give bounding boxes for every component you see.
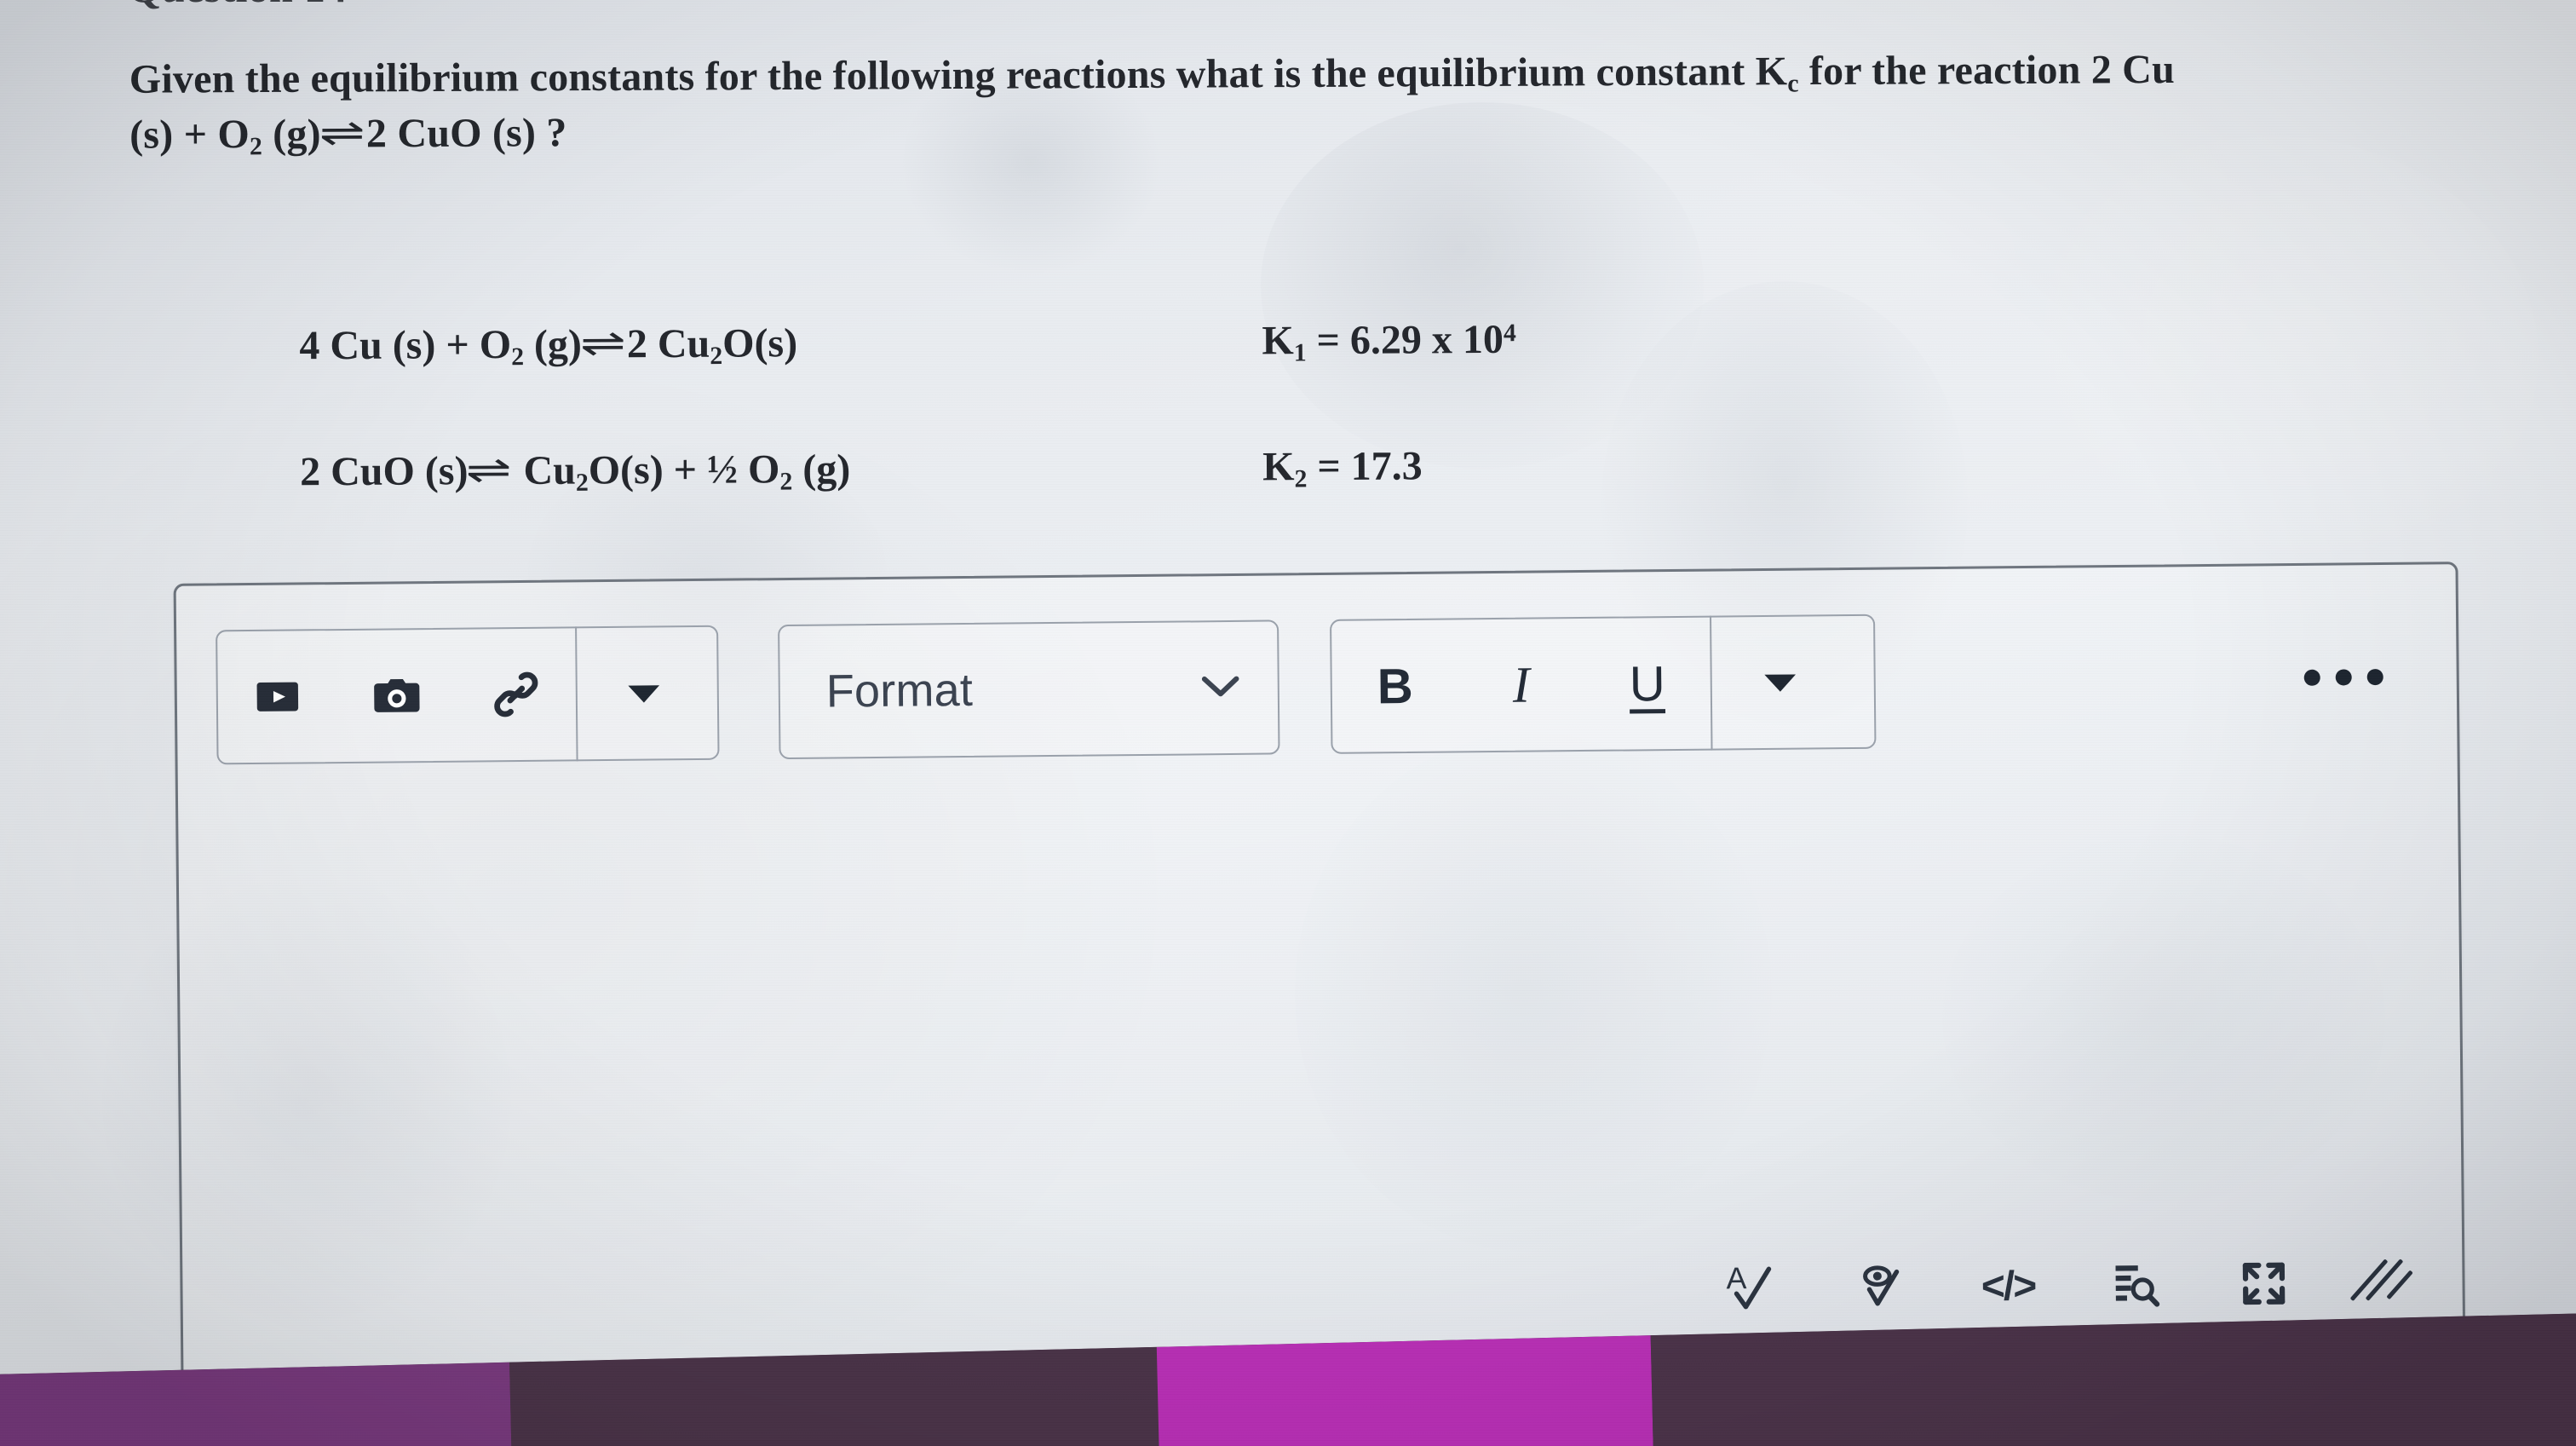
chevron-down-icon (1199, 671, 1242, 704)
band-segment-dark-right (1650, 1312, 2576, 1446)
angle-brackets-icon: </> (1981, 1263, 2036, 1310)
kebab-more-icon (2335, 668, 2352, 686)
reaction-2-left: 2 CuO (s) (300, 448, 469, 495)
reaction-1-k-index: 1 (1293, 338, 1307, 367)
reaction-2-constant: K2 = 17.3 (1262, 442, 1423, 493)
reaction-1-k-value: = 6.29 x 10 (1306, 316, 1504, 364)
reaction-2-equation: 2 CuO (s)⇌ Cu2O(s) + ½ O2 (g) (300, 446, 850, 499)
reaction-1-equation: 4 Cu (s) + O2 (g)⇌2 Cu2O(s) (299, 320, 797, 372)
reaction-1-left-subscript: 2 (511, 343, 525, 372)
reaction-2-k-label: K (1262, 444, 1295, 490)
reaction-2-right-subscript-2: 2 (779, 467, 793, 496)
reaction-1-right: 2 Cu (626, 320, 710, 367)
reaction-list: 4 Cu (s) + O2 (g)⇌2 Cu2O(s) K1 = 6.29 x … (299, 312, 2345, 575)
question-line1-suffix: for the reaction 2 Cu (1798, 46, 2176, 95)
band-segment-magenta (1156, 1335, 1655, 1446)
question-o2-subscript: 2 (249, 132, 263, 161)
reaction-1-right-subscript: 2 (710, 342, 723, 371)
resize-handle[interactable] (2349, 1245, 2418, 1321)
question-prompt-line-2: (s) + O2 (g)⇌2 CuO (s) ? (129, 97, 2464, 164)
reaction-1-left-tail: (g) (523, 321, 583, 367)
question-line2-c: 2 CuO (s) ? (365, 110, 567, 157)
html-editor-button[interactable]: </> (1975, 1248, 2042, 1324)
italic-button[interactable]: I (1458, 617, 1585, 752)
toolbar-overflow-button[interactable] (2287, 643, 2399, 711)
underline-glyph: U (1629, 655, 1666, 711)
bold-glyph: B (1377, 658, 1414, 714)
rce-text-area[interactable] (217, 761, 2423, 1227)
rce-toolbar: Format B I U (216, 609, 2418, 765)
format-dropdown[interactable]: Format (778, 619, 1280, 760)
question-kc-subscript: c (1787, 69, 1799, 98)
reaction-1-constant: K1 = 6.29 x 104 (1262, 316, 1516, 368)
reaction-2-right-tail-2: (g) (792, 446, 851, 493)
toolbar-group-text-style: B I U (1330, 614, 1877, 754)
question-line2-b: (g) (262, 111, 321, 157)
format-dropdown-label: Format (825, 664, 974, 717)
toolbar-group-insert (216, 625, 720, 765)
kebab-more-icon (2366, 668, 2383, 685)
rich-content-editor[interactable]: Format B I U A </> (173, 562, 2466, 1383)
reaction-2-right: Cu (513, 447, 576, 493)
reaction-2-k-value: = 17.3 (1307, 443, 1423, 490)
band-segment-dark (509, 1346, 1161, 1446)
underline-button[interactable]: U (1584, 616, 1711, 752)
reaction-1-k-label: K (1262, 318, 1294, 364)
accessibility-checker-button[interactable] (1847, 1249, 1914, 1325)
insert-link-button[interactable] (456, 626, 577, 762)
clipped-heading-text: Question 14 (128, 0, 348, 12)
screen-photo: Question 14 Given the equilibrium consta… (0, 0, 2576, 1446)
spellcheck-button[interactable]: A (1719, 1251, 1786, 1327)
clipped-heading-above-fold: Question 14 (0, 0, 2576, 14)
reaction-2-right-tail: O(s) + ½ O (588, 446, 780, 493)
equilibrium-arrow-icon: ⇌ (579, 322, 626, 365)
question-prompt: Given the equilibrium constants for the … (129, 42, 2464, 164)
fullscreen-button[interactable] (2230, 1246, 2297, 1322)
text-style-caret-button[interactable] (1711, 614, 1849, 751)
reaction-row-2: 2 CuO (s)⇌ Cu2O(s) + ½ O2 (g) K2 = 17.3 (300, 438, 2345, 575)
word-count-button[interactable] (2102, 1247, 2170, 1322)
question-line1-prefix: Given the equilibrium constants for the … (129, 49, 1788, 102)
reaction-1-left: 4 Cu (s) + O (299, 321, 512, 369)
question-line2-a: (s) + O (129, 112, 250, 158)
reaction-2-right-subscript: 2 (575, 468, 589, 497)
kebab-more-icon (2303, 669, 2320, 686)
question-prompt-line-1: Given the equilibrium constants for the … (129, 42, 2464, 108)
equilibrium-arrow-icon: ⇌ (466, 449, 512, 492)
reaction-1-k-exponent: 4 (1503, 319, 1516, 348)
equilibrium-arrow-icon: ⇌ (319, 112, 365, 154)
reaction-2-k-index: 2 (1294, 464, 1308, 493)
svg-text:A: A (1726, 1261, 1746, 1295)
italic-glyph: I (1512, 656, 1531, 713)
bold-button[interactable]: B (1331, 618, 1459, 753)
band-segment-purple (0, 1362, 514, 1446)
insert-menu-caret-button[interactable] (577, 625, 711, 761)
reaction-row-1: 4 Cu (s) + O2 (g)⇌2 Cu2O(s) K1 = 6.29 x … (299, 312, 2344, 449)
reaction-1-right-tail: O(s) (722, 320, 798, 366)
insert-media-button[interactable] (217, 629, 338, 764)
insert-image-button[interactable] (336, 628, 457, 763)
